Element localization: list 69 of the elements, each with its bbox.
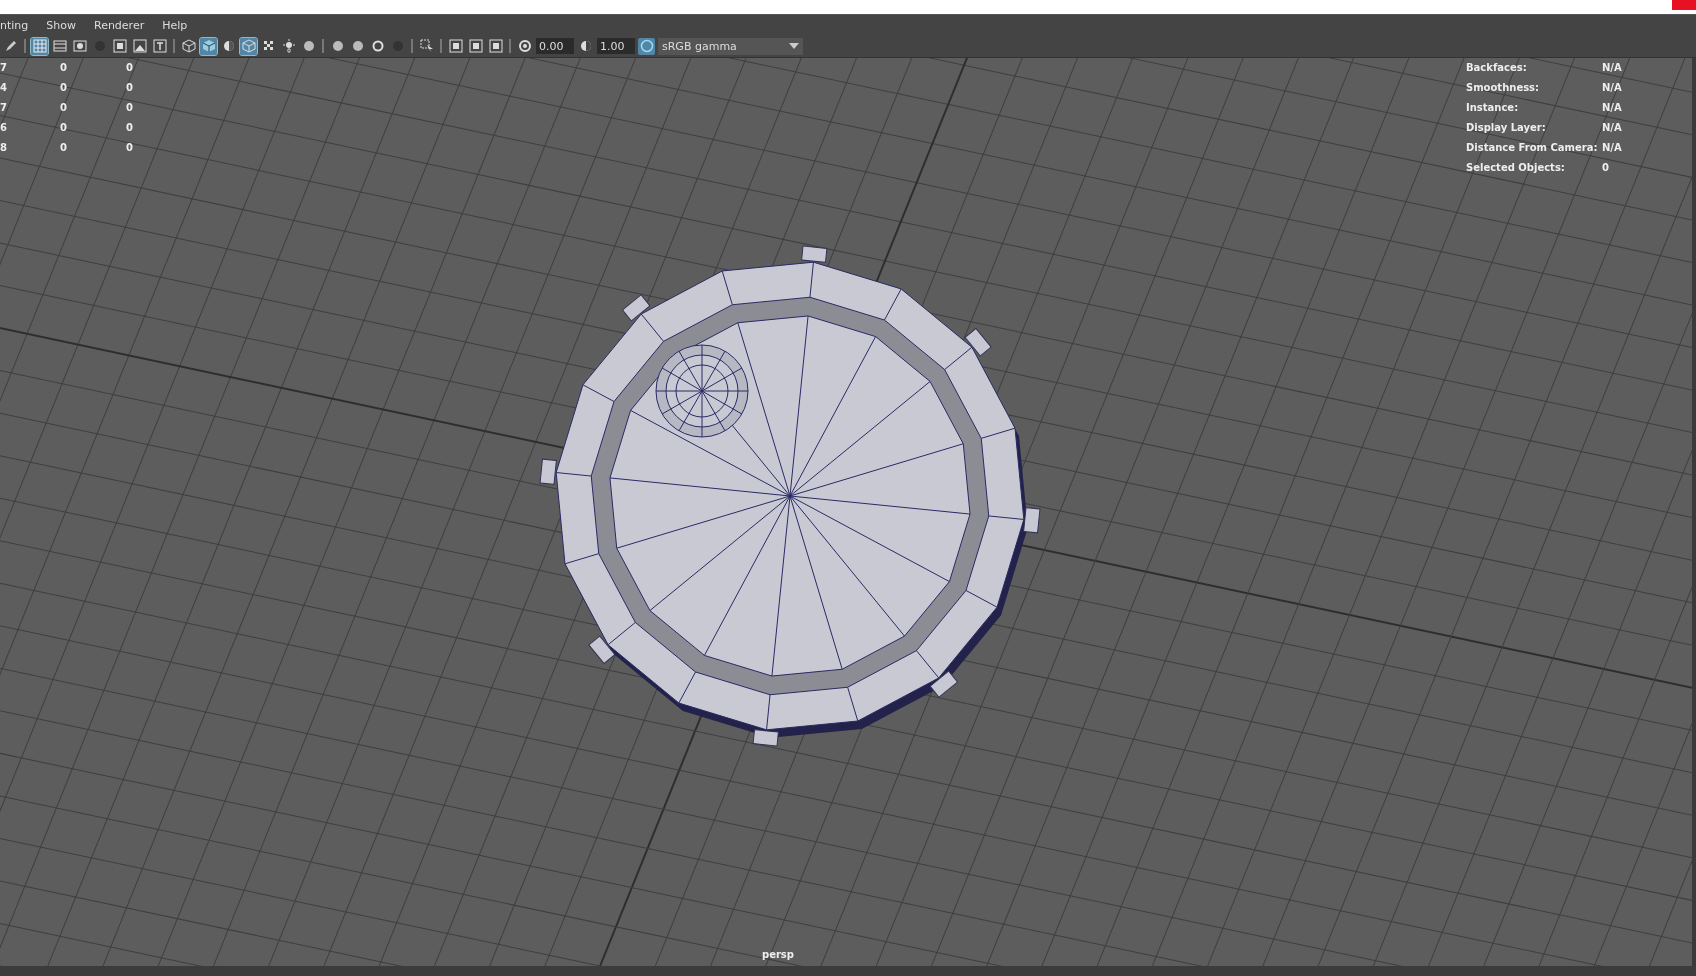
toolbar-button[interactable] — [280, 37, 297, 55]
hud-value: 0 — [60, 121, 68, 135]
gamma-field[interactable]: 1.00 — [597, 38, 635, 54]
cube-icon — [181, 39, 196, 53]
hud-value: 0 — [126, 121, 134, 135]
camera-label: persp — [762, 949, 794, 960]
toolbar-button[interactable] — [447, 37, 464, 55]
menu-item[interactable]: Help — [162, 18, 188, 32]
hud-label: Instance: — [1466, 101, 1520, 115]
hud-label: Display Layer: — [1466, 121, 1547, 135]
frame-icon — [112, 39, 127, 53]
sphere-icon — [330, 39, 345, 53]
cube-icon — [241, 39, 256, 53]
checker-icon — [261, 39, 276, 53]
hud-value: 0 — [60, 61, 68, 75]
hud-value: 7 — [0, 61, 8, 75]
hud-value: 8 — [0, 141, 8, 155]
hud-value: N/A — [1602, 121, 1623, 135]
exposure-field[interactable]: 0.00 — [536, 38, 574, 54]
image-icon — [132, 39, 147, 53]
half-circle-icon — [221, 39, 236, 53]
sphere-icon — [301, 39, 316, 53]
frame-icon — [468, 39, 483, 53]
hud-value: 0 — [126, 81, 134, 95]
toolbar-button[interactable] — [180, 37, 197, 55]
hud-value: N/A — [1602, 101, 1623, 115]
hud-value: 0 — [60, 81, 68, 95]
aperture-icon — [517, 39, 532, 53]
light-icon — [281, 39, 296, 53]
hud-value: 0 — [60, 101, 68, 115]
toolbar-button[interactable] — [151, 37, 168, 55]
contrast-icon — [578, 39, 593, 53]
toolbar-button[interactable] — [516, 37, 533, 55]
toolbar-button[interactable] — [487, 37, 504, 55]
cube-icon — [201, 39, 216, 53]
color-space-dropdown[interactable]: sRGB gamma — [658, 37, 803, 55]
menu-item[interactable]: Renderer — [94, 18, 145, 32]
color-management-button[interactable] — [638, 37, 655, 55]
menu-item[interactable]: nting — [0, 18, 29, 32]
menu-item[interactable]: Show — [46, 18, 76, 32]
hud-value: 0 — [1602, 161, 1610, 175]
hud-value: 6 — [0, 121, 8, 135]
grid-icon — [32, 39, 47, 53]
toggle-icon — [639, 39, 654, 53]
hud-value: 0 — [126, 61, 134, 75]
toolbar-button[interactable] — [200, 37, 217, 55]
hud-label: Backfaces: — [1466, 61, 1528, 75]
hud-value: 0 — [126, 101, 134, 115]
ring-icon — [370, 39, 385, 53]
frame-icon — [448, 39, 463, 53]
hud-label: Smoothness: — [1466, 81, 1541, 95]
hud-label: Distance From Camera: — [1466, 141, 1599, 155]
sphere-icon — [350, 39, 365, 53]
hud-value: N/A — [1602, 141, 1623, 155]
toolbar-button[interactable] — [467, 37, 484, 55]
toolbar-button[interactable] — [111, 37, 128, 55]
frame-icon — [488, 39, 503, 53]
hud-value: N/A — [1602, 61, 1623, 75]
hud-value: 4 — [0, 81, 8, 95]
hud-value: 0 — [60, 141, 68, 155]
caret-icon — [789, 43, 799, 49]
hud-label: Selected Objects: — [1466, 161, 1566, 175]
toolbar-button[interactable] — [71, 37, 88, 55]
toolbar-button[interactable] — [131, 37, 148, 55]
text-frame-icon — [152, 39, 167, 53]
hud-value: N/A — [1602, 81, 1623, 95]
hud-value: 0 — [126, 141, 134, 155]
pencil-icon — [3, 39, 18, 53]
hud-value: 7 — [0, 101, 8, 115]
